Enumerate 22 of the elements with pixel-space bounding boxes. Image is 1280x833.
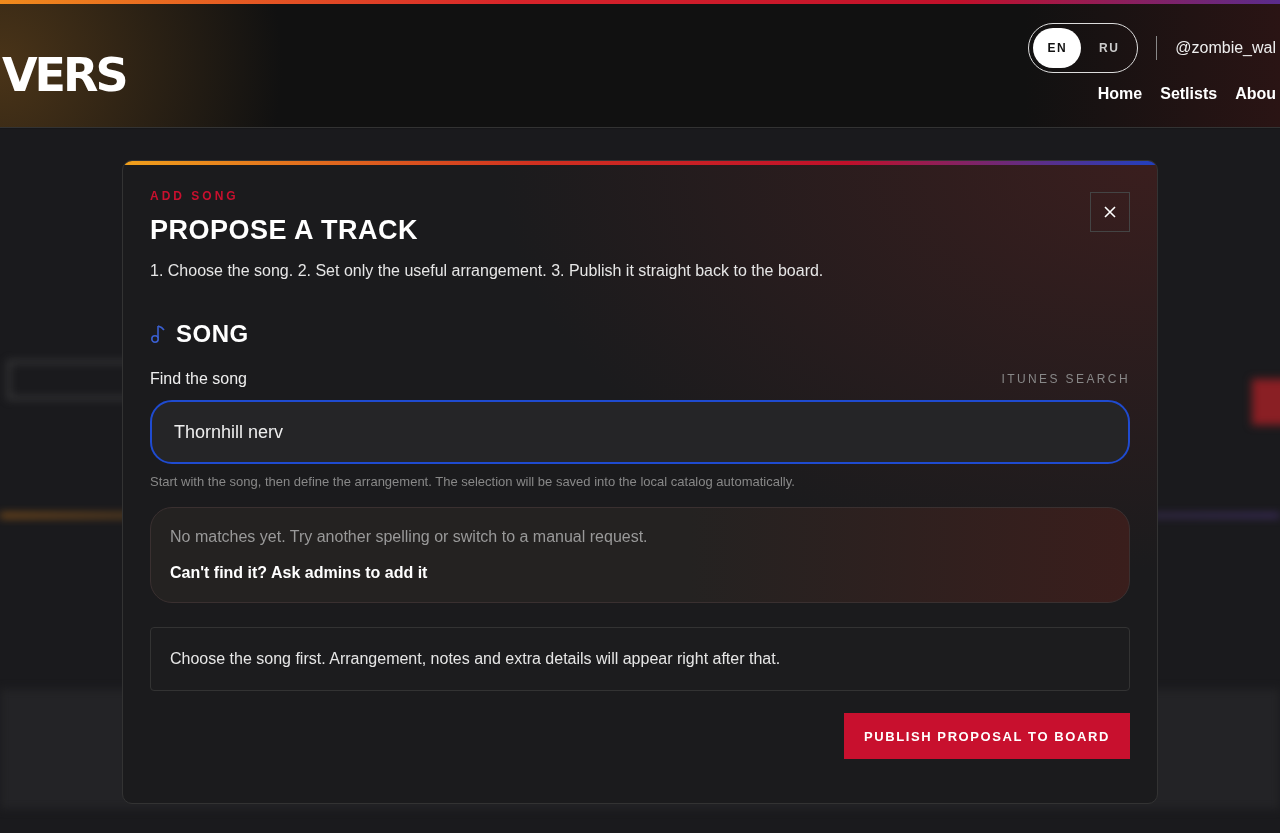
hint-text: Start with the song, then define the arrangement. The selection will be saved into the local catalog automatically. xyxy=(150,474,796,489)
section-title: SONG xyxy=(176,320,249,348)
language-option[interactable]: RU xyxy=(1085,28,1134,68)
close-icon xyxy=(1104,206,1116,218)
music-note-icon xyxy=(150,324,166,344)
notice-text: Choose the song first. Arrangement, notes and extra details will appear right after that. xyxy=(170,650,781,667)
close-button[interactable] xyxy=(1090,192,1130,232)
logo[interactable]: VERS xyxy=(2,48,126,102)
source-label: ITUNES SEARCH xyxy=(1001,372,1130,386)
steps-text: 1. Choose the song. 2. Set only the useful arrangement. 3. Publish it straight back to the board. xyxy=(150,262,825,280)
request-link[interactable]: Can't find it? Ask admins to add it xyxy=(170,564,428,582)
nav-link[interactable]: Abou xyxy=(1235,85,1276,103)
field-label: Find the song xyxy=(150,370,247,388)
username[interactable]: @zombie_wal xyxy=(1175,39,1276,57)
publish-button[interactable]: PUBLISH PROPOSAL TO BOARD xyxy=(843,713,1130,759)
modal-title: PROPOSE A TRACK xyxy=(150,215,419,246)
nav-link[interactable]: Home xyxy=(1097,85,1143,103)
language-option[interactable]: EN xyxy=(1033,28,1082,68)
empty-message: No matches yet. Try another spelling or switch to a manual request. xyxy=(170,528,648,546)
search-field[interactable]: Thornhill nerv xyxy=(150,400,1130,464)
eyebrow-label: ADD SONG xyxy=(150,189,240,203)
nav-link[interactable]: Setlists xyxy=(1160,85,1218,103)
